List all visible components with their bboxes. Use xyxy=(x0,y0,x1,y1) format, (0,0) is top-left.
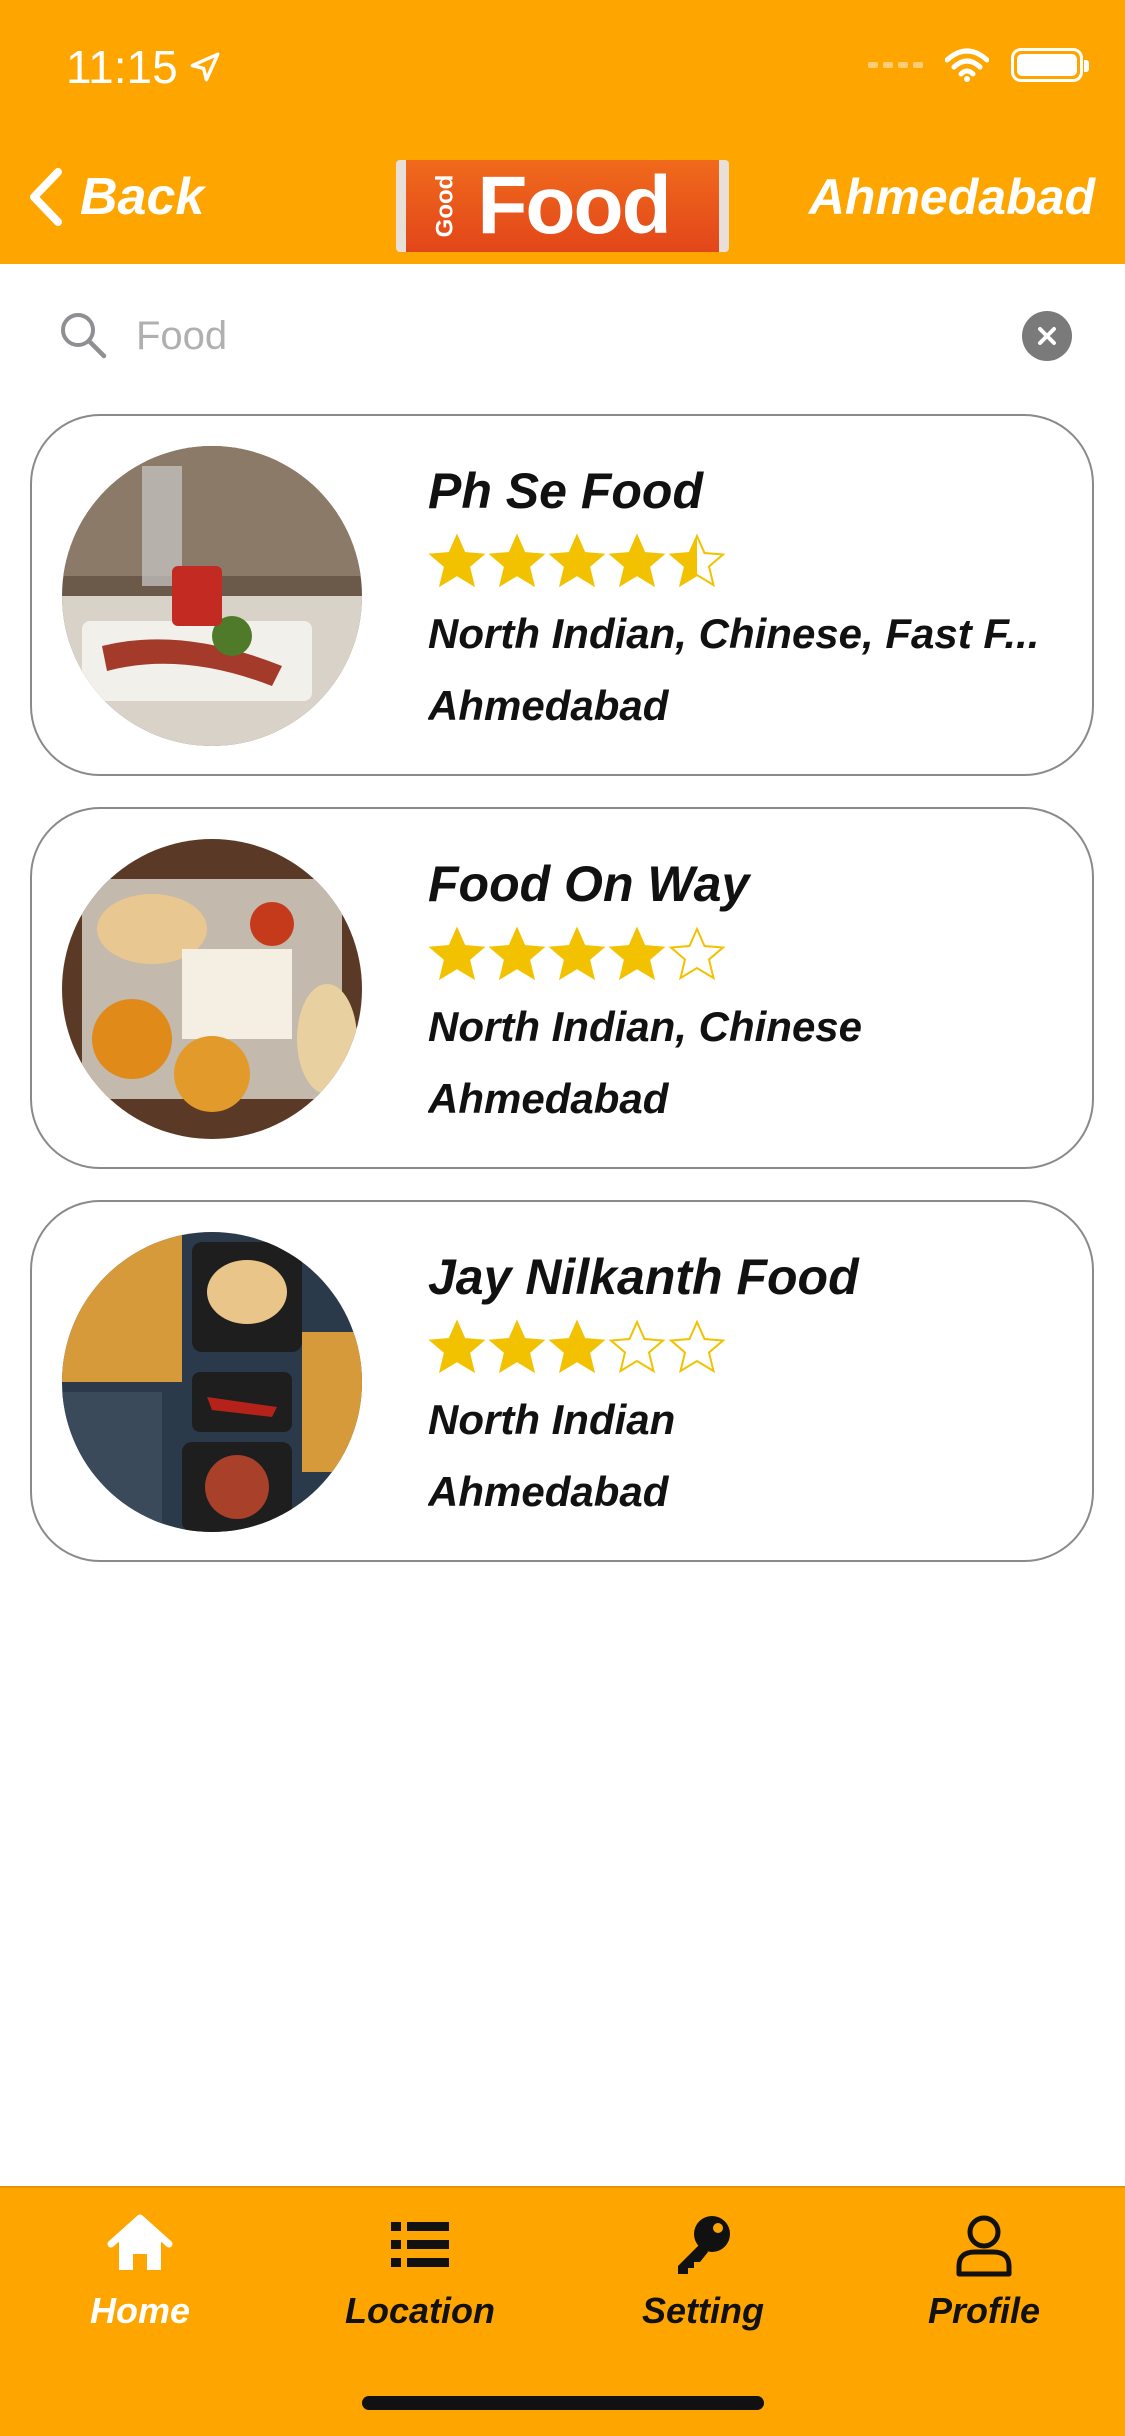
restaurant-name: Ph Se Food xyxy=(428,463,703,519)
restaurant-card[interactable]: Jay Nilkanth Food North Indian Ahmedabad xyxy=(30,1200,1094,1562)
restaurant-name: Food On Way xyxy=(428,856,750,912)
signal-icon xyxy=(868,62,923,68)
battery-icon xyxy=(1011,48,1089,82)
star-full-icon xyxy=(428,1319,486,1374)
clear-search-button[interactable] xyxy=(1022,311,1072,361)
star-full-icon xyxy=(488,926,546,981)
star-full-icon xyxy=(548,926,606,981)
status-time: 11:15 xyxy=(66,40,222,94)
search-icon xyxy=(61,313,107,359)
logo-small-text: Good xyxy=(431,174,459,238)
rating-stars xyxy=(428,1312,1052,1384)
restaurant-name: Jay Nilkanth Food xyxy=(428,1249,859,1305)
star-full-icon xyxy=(548,1319,606,1374)
star-full-icon xyxy=(488,533,546,588)
tab-setting[interactable]: Setting xyxy=(603,2210,803,2332)
tab-profile-label: Profile xyxy=(927,2290,1041,2331)
star-full-icon xyxy=(548,533,606,588)
logo-main-text: Food xyxy=(477,160,671,251)
rating-stars xyxy=(428,526,1052,598)
status-time-text: 11:15 xyxy=(66,41,178,93)
bottom-tab-bar: Home Location Setting Profile xyxy=(0,2186,1125,2436)
list-icon xyxy=(391,2222,449,2267)
star-full-icon xyxy=(608,533,666,588)
search-input[interactable] xyxy=(136,313,1022,359)
restaurant-cuisine: North Indian, Chinese, Fast F... xyxy=(428,610,1040,657)
city-selector[interactable]: Ahmedabad xyxy=(809,168,1095,226)
restaurant-card[interactable]: Food On Way North Indian, Chinese Ahmeda… xyxy=(30,807,1094,1169)
restaurant-cuisine: North Indian xyxy=(428,1396,676,1443)
star-full-icon xyxy=(428,533,486,588)
restaurant-thumbnail xyxy=(62,446,362,746)
tab-setting-label: Setting xyxy=(642,2290,764,2331)
tab-home-label: Home xyxy=(89,2290,191,2331)
back-button[interactable]: Back xyxy=(26,162,204,232)
tab-profile[interactable]: Profile xyxy=(884,2210,1084,2332)
home-icon xyxy=(107,2214,173,2270)
app-logo: Good Food xyxy=(396,160,729,252)
star-empty-icon xyxy=(668,926,726,981)
chevron-left-icon xyxy=(30,168,62,226)
restaurant-thumbnail xyxy=(62,1232,362,1532)
tab-home[interactable]: Home xyxy=(40,2210,240,2332)
header-bar: 11:15 Back Good Food Ahmedabad xyxy=(0,0,1125,264)
status-indicators xyxy=(868,48,1089,82)
tab-location-label: Location xyxy=(345,2290,495,2331)
tab-location[interactable]: Location xyxy=(320,2210,520,2332)
restaurant-city: Ahmedabad xyxy=(428,1468,669,1515)
rating-stars xyxy=(428,919,1052,991)
user-icon xyxy=(956,2215,1012,2277)
star-empty-icon xyxy=(668,1319,726,1374)
back-label: Back xyxy=(80,168,205,226)
home-indicator xyxy=(362,2396,764,2410)
restaurant-city: Ahmedabad xyxy=(428,1075,669,1122)
restaurant-thumbnail xyxy=(62,839,362,1139)
location-arrow-icon xyxy=(190,52,220,82)
search-bar xyxy=(56,300,1072,372)
close-icon xyxy=(1038,327,1056,345)
star-full-icon xyxy=(488,1319,546,1374)
restaurant-cuisine: North Indian, Chinese xyxy=(428,1003,863,1050)
wifi-icon xyxy=(945,48,989,82)
restaurant-card[interactable]: Ph Se Food North Indian, Chinese, Fast F… xyxy=(30,414,1094,776)
star-half-icon xyxy=(668,533,726,588)
key-icon xyxy=(678,2216,730,2274)
star-empty-icon xyxy=(608,1319,666,1374)
star-full-icon xyxy=(428,926,486,981)
star-full-icon xyxy=(608,926,666,981)
restaurant-city: Ahmedabad xyxy=(428,682,669,729)
